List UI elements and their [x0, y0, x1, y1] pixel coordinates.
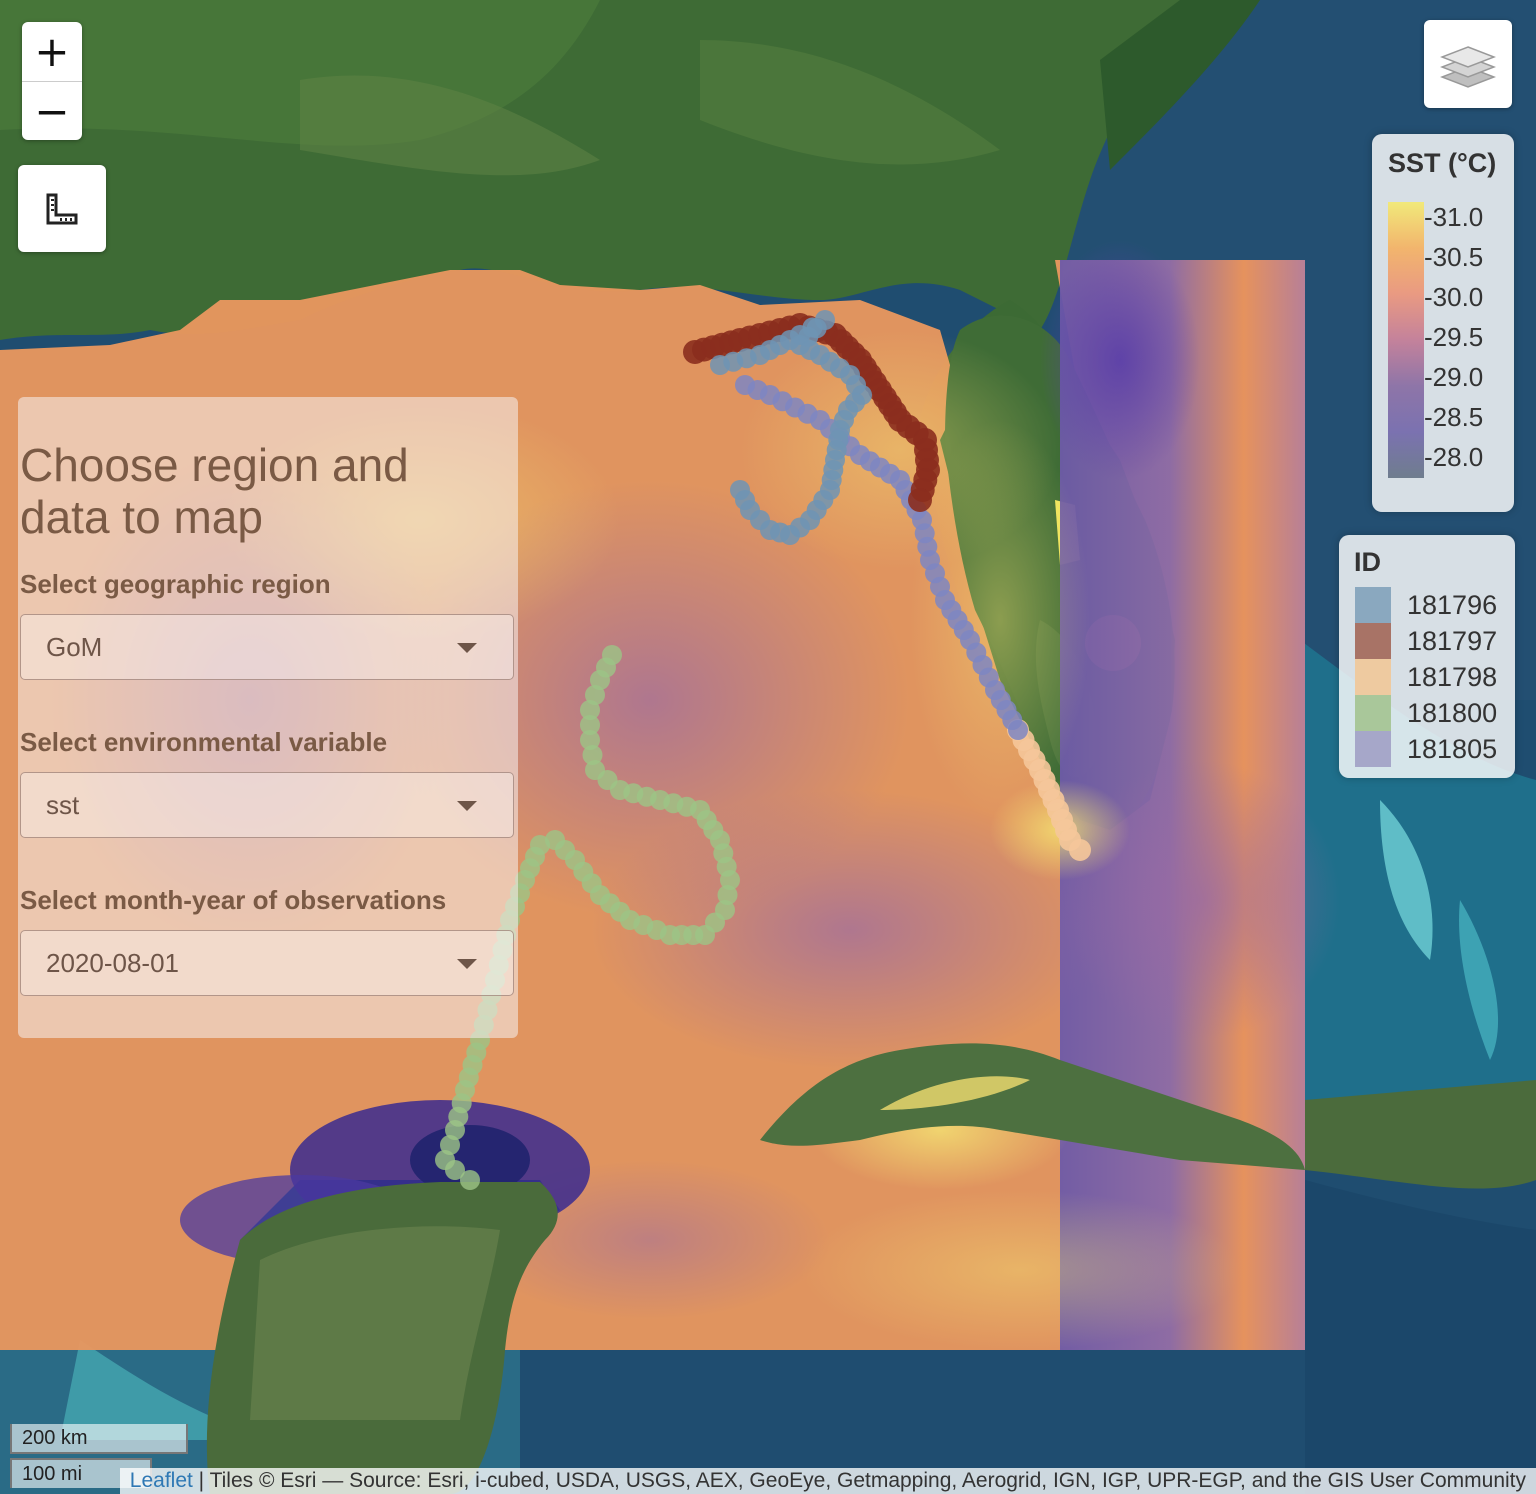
- sst-tick-label: -29.0: [1424, 362, 1484, 392]
- leaflet-link[interactable]: Leaflet: [130, 1469, 193, 1492]
- variable-select-value: sst: [46, 790, 80, 820]
- panel-title: Choose region and data to map: [20, 439, 409, 543]
- legend-swatch: [1355, 623, 1391, 659]
- sst-tick-label: -31.0: [1424, 202, 1484, 232]
- chevron-down-icon: [457, 643, 477, 653]
- sst-tick-label: -29.5: [1424, 322, 1484, 352]
- sst-legend: SST (°C) -31.0 -30.5 -30.0 -29.5 -29.0 -28.5 -…: [1372, 134, 1514, 512]
- variable-label: Select environmental variable: [20, 727, 388, 757]
- chevron-down-icon: [457, 959, 477, 969]
- track-point-181800[interactable]: [460, 1170, 480, 1190]
- chevron-down-icon: [457, 801, 477, 811]
- legend-item: 181797: [1355, 623, 1505, 659]
- variable-select[interactable]: sst: [20, 772, 514, 838]
- region-select[interactable]: GoM: [20, 614, 514, 680]
- legend-swatch: [1355, 587, 1391, 623]
- legend-label: 181798: [1407, 662, 1498, 692]
- legend-item: 181805: [1355, 731, 1505, 767]
- measure-ruler-icon: [46, 193, 78, 224]
- legend-item: 181798: [1355, 659, 1505, 695]
- track-point-181798[interactable]: [1069, 839, 1091, 861]
- sst-tick-label: -30.5: [1424, 242, 1484, 272]
- legend-label: 181797: [1407, 626, 1498, 656]
- legend-label: 181805: [1407, 734, 1498, 764]
- track-point-181805[interactable]: [735, 375, 755, 395]
- scale-km: 200 km: [10, 1424, 188, 1454]
- legend-swatch: [1355, 695, 1391, 731]
- zoom-in-button[interactable]: +: [22, 22, 82, 82]
- id-legend-title: ID: [1354, 547, 1381, 577]
- track-point-181797[interactable]: [908, 488, 932, 512]
- legend-label: 181800: [1407, 698, 1498, 728]
- attribution-text: | Tiles © Esri — Source: Esri, i-cubed, …: [192, 1469, 1526, 1492]
- legend-label: 181796: [1407, 590, 1498, 620]
- region-label: Select geographic region: [20, 569, 331, 599]
- sst-tick-label: -30.0: [1424, 282, 1484, 312]
- sst-legend-title: SST (°C): [1388, 148, 1497, 178]
- layers-stack-icon: [1440, 46, 1496, 88]
- legend-item: 181800: [1355, 695, 1505, 731]
- legend-swatch: [1355, 659, 1391, 695]
- measure-button[interactable]: [18, 165, 106, 252]
- region-select-value: GoM: [46, 632, 103, 662]
- sst-tick-label: -28.5: [1424, 402, 1484, 432]
- sst-color-bar: [1388, 202, 1424, 478]
- month-select-value: 2020-08-01: [46, 948, 179, 978]
- legend-item: 181796: [1355, 587, 1505, 623]
- zoom-control: + −: [22, 22, 82, 140]
- attribution: Leaflet | Tiles © Esri — Source: Esri, i…: [119, 1468, 1536, 1494]
- month-label: Select month-year of observations: [20, 885, 447, 915]
- zoom-out-button[interactable]: −: [22, 82, 82, 141]
- id-legend: ID 181796 181797 181798 181800 181805: [1339, 535, 1515, 778]
- track-point-181796[interactable]: [730, 480, 750, 500]
- layers-button[interactable]: [1424, 20, 1512, 108]
- month-select[interactable]: 2020-08-01: [20, 930, 514, 996]
- sst-tick-label: -28.0: [1424, 442, 1484, 472]
- legend-swatch: [1355, 731, 1391, 767]
- control-panel: Choose region and data to map Select geo…: [18, 397, 518, 1038]
